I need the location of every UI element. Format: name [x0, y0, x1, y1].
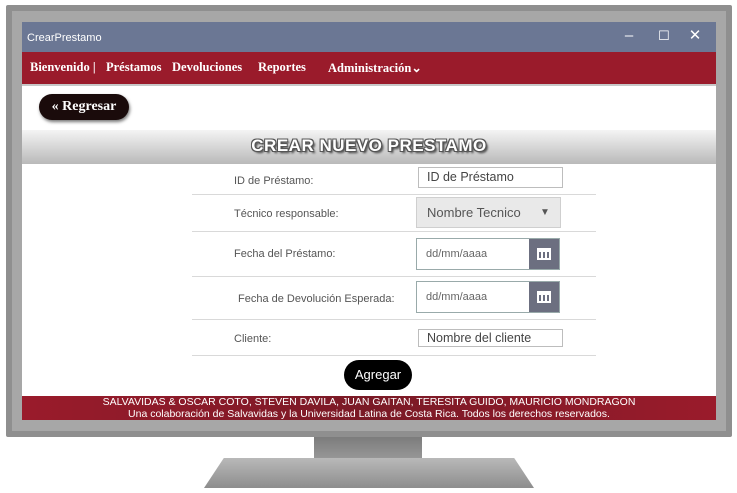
close-button[interactable]: ✕ — [684, 25, 706, 47]
menu-devoluciones[interactable]: Devoluciones — [172, 60, 242, 75]
footer: SALVAVIDAS & OSCAR COTO, STEVEN DAVILA, … — [22, 396, 716, 420]
menu-bienvenido[interactable]: Bienvenido | — [30, 60, 96, 75]
form-row-fecha-prestamo: Fecha del Préstamo: dd/mm/aaaa — [192, 231, 596, 277]
cliente-input[interactable]: Nombre del cliente — [418, 329, 563, 347]
monitor-neck — [314, 437, 422, 461]
id-label: ID de Préstamo: — [234, 175, 314, 187]
back-button[interactable]: « Regresar — [39, 94, 129, 120]
app-window: CrearPrestamo – ☐ ✕ Bienvenido | Préstam… — [22, 22, 716, 420]
calendar-icon[interactable] — [529, 282, 559, 312]
maximize-button[interactable]: ☐ — [653, 25, 675, 47]
id-prestamo-input[interactable]: ID de Préstamo — [418, 167, 563, 188]
chevron-down-icon: ⌄ — [411, 61, 422, 75]
fecha-prestamo-label: Fecha del Préstamo: — [234, 248, 336, 260]
tecnico-select[interactable]: Nombre Tecnico ▼ — [416, 197, 561, 228]
menu-reportes[interactable]: Reportes — [258, 60, 306, 75]
form-row-fecha-devolucion: Fecha de Devolución Esperada: dd/mm/aaaa — [192, 276, 596, 320]
form-row-id: ID de Préstamo: ID de Préstamo — [192, 164, 596, 195]
page-title: CREAR NUEVO PRESTAMO — [251, 136, 487, 155]
calendar-icon[interactable] — [529, 239, 559, 269]
fecha-devolucion-label: Fecha de Devolución Esperada: — [238, 293, 395, 305]
tecnico-select-value: Nombre Tecnico — [427, 205, 521, 220]
fecha-devolucion-input[interactable]: dd/mm/aaaa — [416, 281, 560, 313]
agregar-button[interactable]: Agregar — [344, 360, 412, 390]
main-content: « Regresar CREAR NUEVO PRESTAMO ID de Pr… — [22, 86, 716, 396]
tecnico-label: Técnico responsable: — [234, 208, 339, 220]
form-row-cliente: Cliente: Nombre del cliente — [192, 319, 596, 356]
minimize-button[interactable]: – — [618, 25, 640, 47]
footer-credits: SALVAVIDAS & OSCAR COTO, STEVEN DAVILA, … — [102, 396, 636, 408]
window-title: CrearPrestamo — [27, 32, 102, 44]
title-bar: CrearPrestamo – ☐ ✕ — [22, 22, 716, 52]
fecha-prestamo-placeholder: dd/mm/aaaa — [426, 248, 488, 260]
form-row-tecnico: Técnico responsable: Nombre Tecnico ▼ — [192, 194, 596, 232]
page-title-banner: CREAR NUEVO PRESTAMO — [22, 130, 716, 164]
menu-administracion-label: Administración — [328, 61, 412, 75]
chevron-down-icon: ▼ — [540, 207, 550, 218]
menu-bar: Bienvenido | Préstamos Devoluciones Repo… — [22, 52, 716, 86]
cliente-label: Cliente: — [234, 333, 272, 345]
footer-copyright: Una colaboración de Salvavidas y la Univ… — [128, 408, 610, 420]
menu-administracion[interactable]: Administración⌄ — [328, 60, 422, 76]
fecha-devolucion-placeholder: dd/mm/aaaa — [426, 291, 488, 303]
menu-prestamos[interactable]: Préstamos — [106, 60, 162, 75]
fecha-prestamo-input[interactable]: dd/mm/aaaa — [416, 238, 560, 270]
monitor-base — [204, 458, 534, 488]
